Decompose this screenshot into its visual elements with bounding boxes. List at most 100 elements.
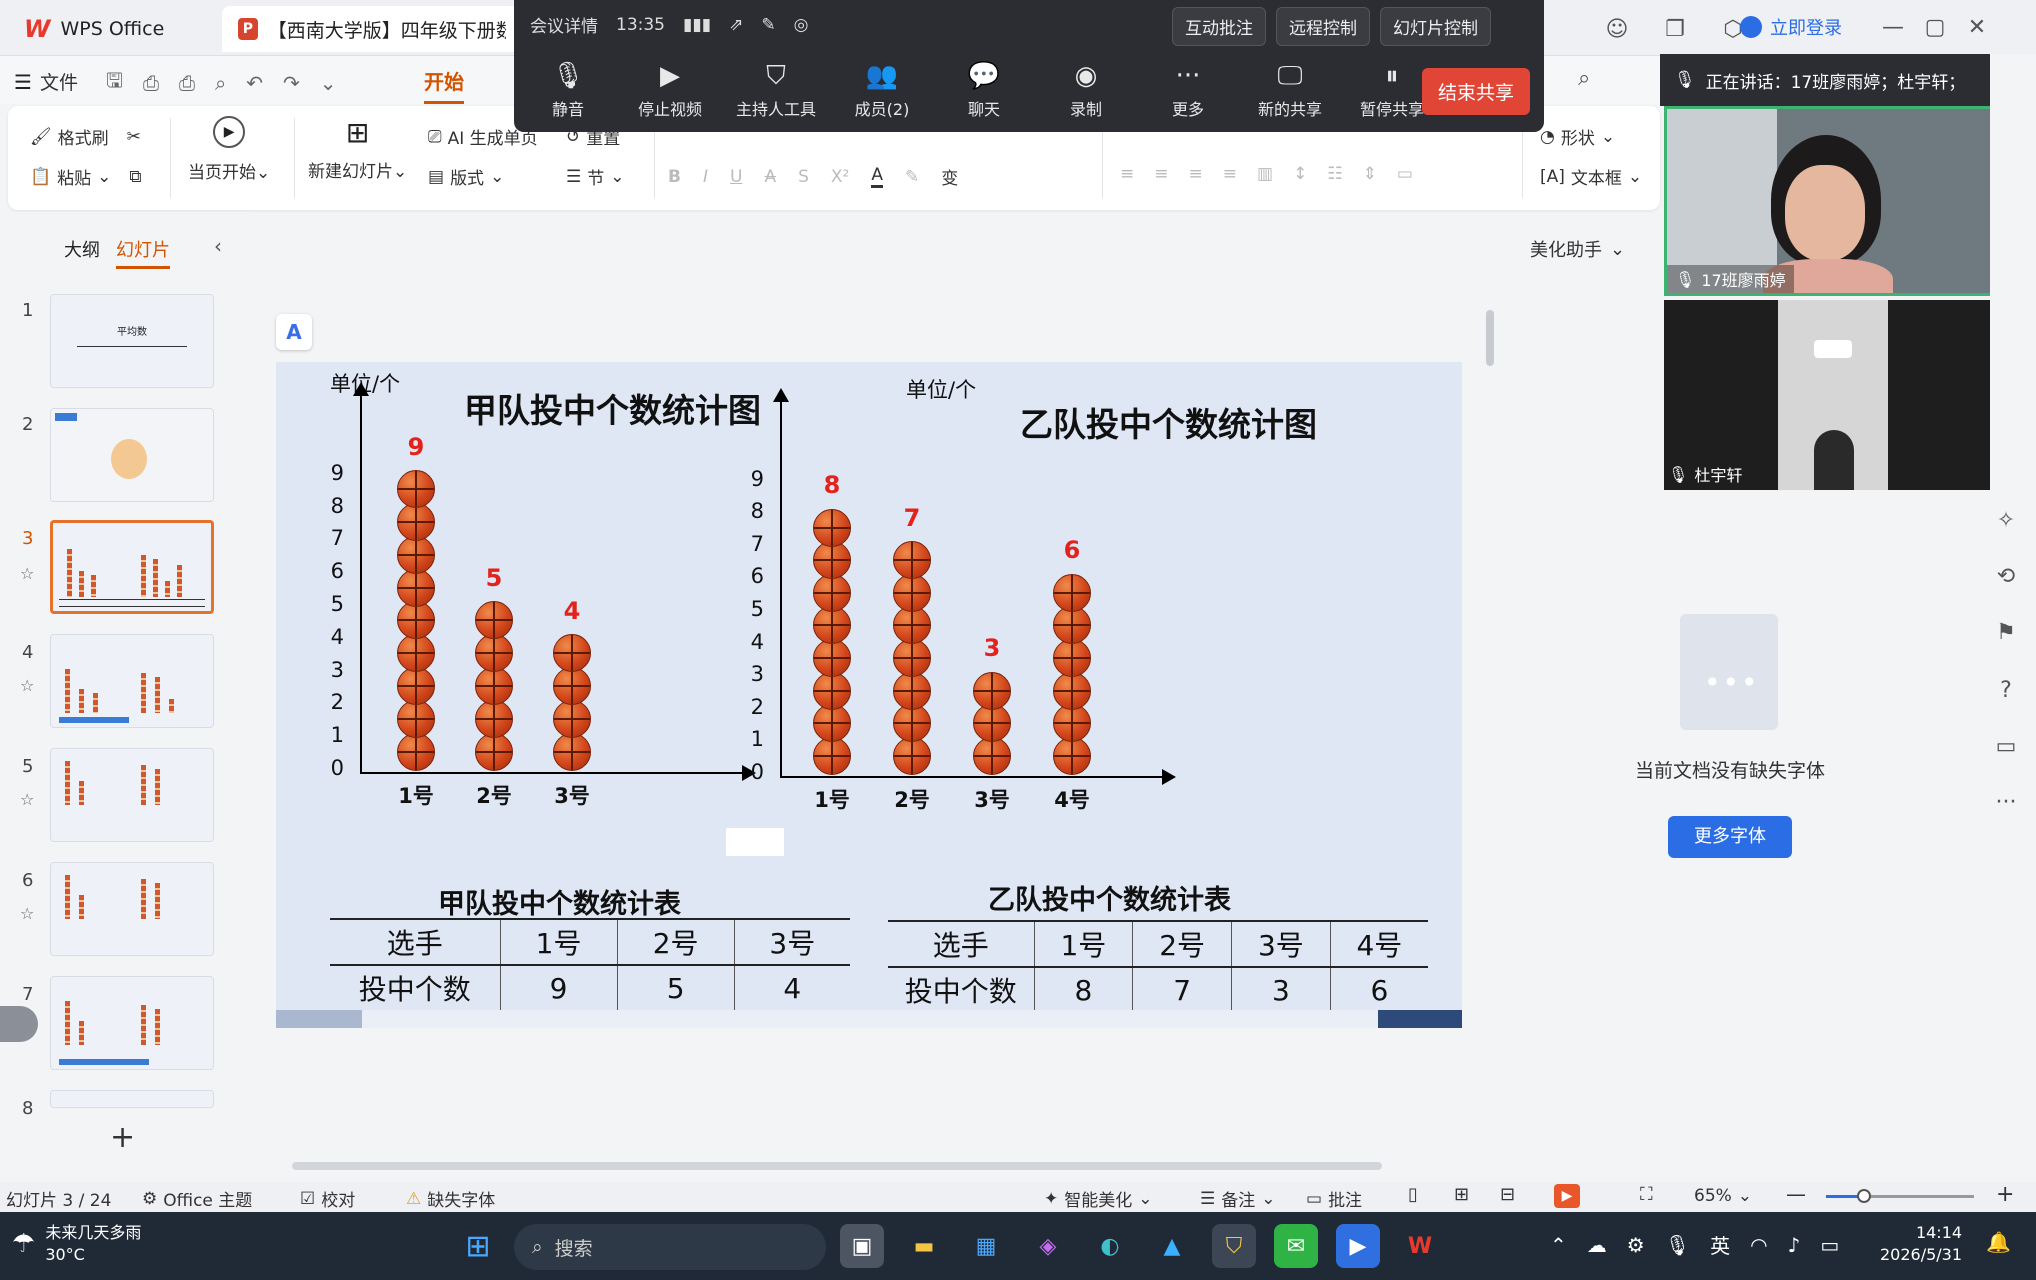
highlight-icon[interactable]: ✎ — [905, 167, 919, 187]
robot-icon[interactable]: ☺ — [1596, 8, 1638, 50]
scissors-icon[interactable]: ✂ — [127, 127, 141, 147]
slide-thumbnail-6[interactable] — [50, 862, 214, 956]
video-tile-1[interactable]: 🎙 17班廖雨婷 — [1664, 106, 2006, 296]
wechat-icon[interactable]: ✉ — [1274, 1224, 1318, 1268]
bold-icon[interactable]: B — [668, 167, 681, 187]
list-icon[interactable]: ☷ — [1327, 164, 1342, 184]
normal-view-icon[interactable]: ▯ — [1408, 1184, 1418, 1205]
align-center-icon[interactable]: ≡ — [1154, 164, 1168, 184]
tab-document[interactable]: P 【西南大学版】四年级下册数学 — [222, 6, 522, 52]
store-icon[interactable]: ▦ — [964, 1224, 1008, 1268]
star-icon[interactable]: ☆ — [20, 564, 34, 583]
export-icon[interactable]: ⎙ — [143, 71, 159, 95]
mute-button[interactable]: 🎙 静音 — [524, 62, 612, 120]
slide-control-button[interactable]: 幻灯片控制 — [1380, 7, 1491, 46]
tab-home[interactable]: 开始 — [424, 66, 464, 104]
hide-icon[interactable]: ◎ — [794, 15, 809, 35]
more-icon[interactable]: ··· — [1986, 790, 2026, 815]
tab-slides[interactable]: 幻灯片 — [116, 236, 170, 269]
notification-icon[interactable]: 🔔 — [1986, 1230, 2011, 1254]
star-icon[interactable]: ☆ — [20, 790, 34, 809]
undo-icon[interactable]: ↶ — [246, 71, 263, 95]
annotation-off-icon[interactable]: ✎ — [761, 15, 775, 35]
weather-widget[interactable]: ☂ 未来几天多雨 30°C — [12, 1222, 141, 1266]
translate-icon[interactable]: ⟲ — [1986, 564, 2026, 589]
add-slide-button[interactable]: + — [110, 1120, 135, 1155]
horizontal-scrollbar[interactable] — [292, 1162, 1382, 1170]
zoom-slider[interactable] — [1826, 1189, 1974, 1203]
magic-icon[interactable]: ✧ — [1986, 508, 2026, 533]
strikethrough-icon[interactable]: A — [764, 167, 776, 187]
meeting-details-button[interactable]: 会议详情 — [530, 12, 598, 37]
more-button[interactable]: ··· 更多 — [1144, 62, 1232, 120]
popout-icon[interactable]: ⇗ — [729, 15, 743, 35]
reading-view-icon[interactable]: ⊟ — [1500, 1184, 1515, 1205]
ime-indicator[interactable]: 英 — [1710, 1230, 1730, 1259]
star-icon[interactable]: ☆ — [20, 676, 34, 695]
expand-panel-button[interactable] — [0, 1006, 38, 1042]
new-slide-button[interactable]: ⊞ 新建幻灯片⌄ — [308, 116, 407, 182]
ai-assistant-icon[interactable]: A — [276, 314, 312, 350]
comment-icon[interactable]: ▭ — [1986, 734, 2026, 759]
line-spacing-icon[interactable]: ↕ — [1293, 164, 1307, 184]
section-button[interactable]: ☰ 节 ⌄ — [566, 164, 625, 190]
print-icon[interactable]: ⎙ — [179, 71, 195, 95]
slide-thumbnail-2[interactable] — [50, 408, 214, 502]
edge-icon[interactable]: ◐ — [1088, 1224, 1132, 1268]
drive-icon[interactable]: ▲ — [1150, 1224, 1194, 1268]
new-share-button[interactable]: 🖵 新的共享 — [1246, 62, 1334, 120]
copy-icon[interactable]: ⧉ — [129, 167, 141, 187]
chevron-down-icon[interactable]: ⌄ — [320, 71, 337, 95]
tab-outline[interactable]: 大纲 — [64, 236, 100, 262]
file-explorer-icon[interactable]: ▬ — [902, 1224, 946, 1268]
underline-icon[interactable]: U — [730, 167, 742, 187]
theme-button[interactable]: ⚙ Office 主题 — [142, 1186, 252, 1212]
play-icon[interactable]: ▶ — [1554, 1184, 1580, 1208]
annotate-button[interactable]: 互动批注 — [1172, 7, 1266, 46]
wifi-icon[interactable]: ◠ — [1750, 1233, 1767, 1257]
slide-thumbnail-4[interactable] — [50, 634, 214, 728]
redo-icon[interactable]: ↷ — [283, 71, 300, 95]
beautify-assistant-button[interactable]: 美化助手 ⌄ — [1530, 236, 1625, 262]
justify-icon[interactable]: ≡ — [1223, 164, 1237, 184]
slide-thumbnail-7[interactable] — [50, 976, 214, 1070]
slide-thumbnail-1[interactable]: 平均数 — [50, 294, 214, 388]
fit-icon[interactable]: ⛶ — [1640, 1184, 1653, 1205]
layout-button[interactable]: ▤ 版式 ⌄ — [428, 164, 504, 190]
more-fonts-button[interactable]: 更多字体 — [1668, 816, 1792, 858]
help-icon[interactable]: ? — [1986, 678, 2026, 703]
maximize-icon[interactable]: ▢ — [1914, 6, 1956, 48]
star-icon[interactable]: ☆ — [20, 904, 34, 923]
textbox-button[interactable]: [A] 文本框 ⌄ — [1540, 164, 1642, 190]
remote-control-button[interactable]: 远程控制 — [1276, 7, 1370, 46]
tab-wps-home[interactable]: W WPS Office — [8, 6, 208, 52]
proofread-button[interactable]: ☑ 校对 — [300, 1186, 355, 1212]
chat-button[interactable]: 💬 聊天 — [940, 62, 1028, 120]
close-icon[interactable]: ✕ — [1956, 6, 1998, 48]
microphone-icon[interactable]: 🎙 — [1665, 1233, 1690, 1257]
slide-thumbnail-8[interactable] — [50, 1090, 214, 1108]
italic-icon[interactable]: I — [703, 167, 708, 187]
superscript-icon[interactable]: X² — [831, 167, 849, 187]
shield-app-icon[interactable]: ⛉ — [1212, 1224, 1256, 1268]
distribute-icon[interactable]: ▥ — [1257, 164, 1273, 184]
shape-button[interactable]: ◔ 形状 ⌄ — [1540, 124, 1615, 150]
wps-icon[interactable]: W — [1398, 1224, 1442, 1268]
text-box-align-icon[interactable]: ▭ — [1397, 164, 1413, 184]
chevron-up-icon[interactable]: ⌃ — [1550, 1233, 1567, 1257]
notes-button[interactable]: ☰ 备注 ⌄ — [1200, 1186, 1276, 1212]
clock[interactable]: 14:14 2026/5/31 — [1880, 1222, 1962, 1266]
volume-icon[interactable]: ♪ — [1788, 1233, 1801, 1257]
preview-icon[interactable]: ⌕ — [215, 71, 226, 95]
zoom-out-icon[interactable]: — — [1786, 1182, 1806, 1206]
photos-icon[interactable]: ◈ — [1026, 1224, 1070, 1268]
align-left-icon[interactable]: ≡ — [1120, 164, 1134, 184]
slide-thumbnail-5[interactable] — [50, 748, 214, 842]
para-spacing-icon[interactable]: ⇕ — [1363, 164, 1377, 184]
pinyin-icon[interactable]: 变 — [941, 164, 958, 189]
host-tools-button[interactable]: ⛉ 主持人工具 — [728, 62, 824, 120]
missing-font-button[interactable]: ⚠ 缺失字体 — [406, 1186, 495, 1212]
zoom-in-icon[interactable]: + — [1996, 1182, 2014, 1207]
search-icon[interactable]: ⌕ — [1578, 66, 1590, 91]
battery-icon[interactable]: ▭ — [1820, 1233, 1839, 1257]
